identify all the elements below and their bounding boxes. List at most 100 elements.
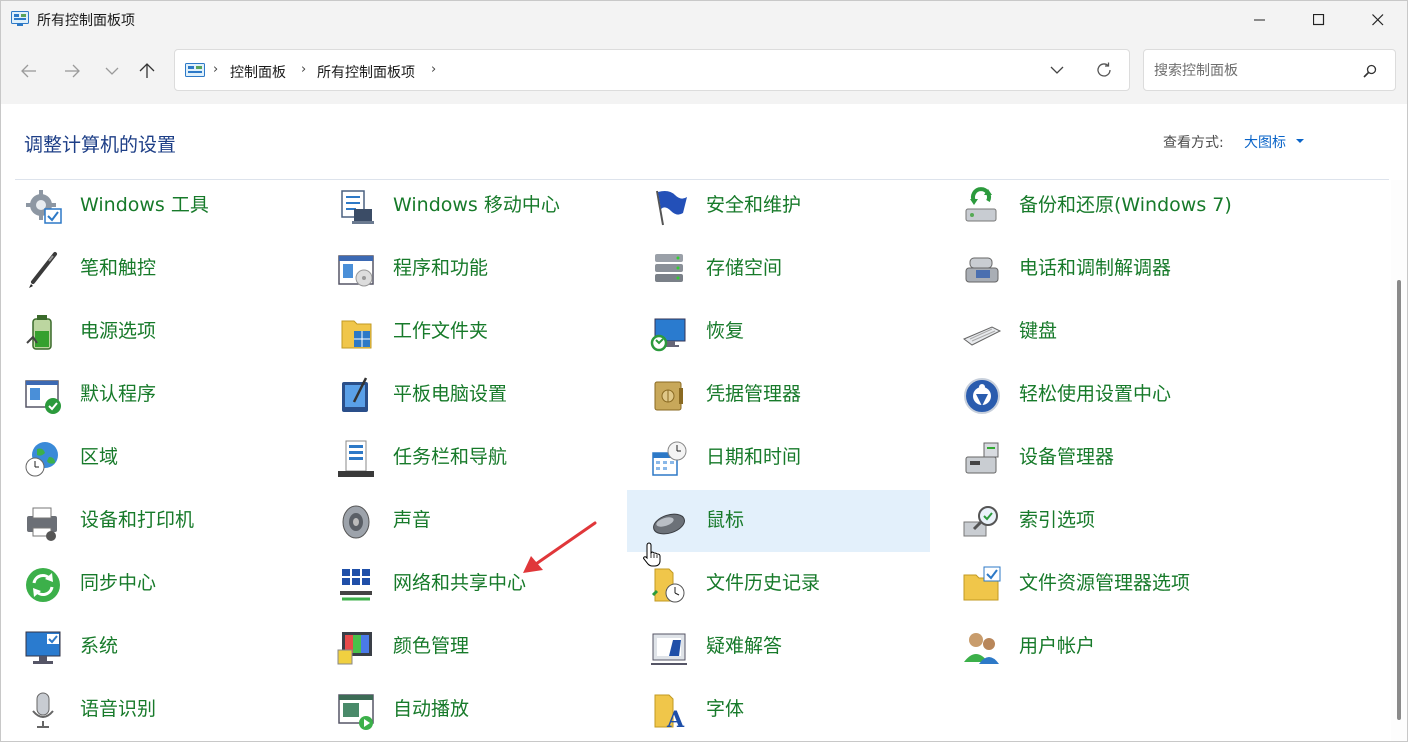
control-panel-item[interactable]: 平板电脑设置 <box>314 364 617 426</box>
breadcrumb-control-panel[interactable]: 控制面板 <box>230 62 286 82</box>
control-panel-item-label[interactable]: Windows 移动中心 <box>393 190 560 217</box>
control-panel-item-label[interactable]: 恢复 <box>706 316 744 343</box>
control-panel-item-label[interactable]: 默认程序 <box>80 379 156 406</box>
control-panel-item-label[interactable]: 程序和功能 <box>393 253 488 280</box>
control-panel-item-label[interactable]: 系统 <box>80 631 118 658</box>
control-panel-item[interactable]: 存储空间 <box>627 238 930 300</box>
control-panel-item-label[interactable]: 字体 <box>706 694 744 721</box>
control-panel-item[interactable]: 日期和时间 <box>627 427 930 489</box>
backup-restore-icon <box>962 187 1002 227</box>
control-panel-item[interactable]: 安全和维护 <box>627 180 930 237</box>
control-panel-item-label[interactable]: 用户帐户 <box>1019 631 1095 658</box>
control-panel-item-label[interactable]: 文件资源管理器选项 <box>1019 568 1190 595</box>
control-panel-item-label[interactable]: 电源选项 <box>80 316 156 343</box>
control-panel-item[interactable]: 电源选项 <box>1 301 304 363</box>
storage-icon <box>649 250 689 290</box>
control-panel-item-label[interactable]: 自动播放 <box>393 694 469 721</box>
control-panel-item-label[interactable]: 日期和时间 <box>706 442 801 469</box>
search-input[interactable] <box>1152 59 1356 83</box>
control-panel-window: 所有控制面板项 › 控制面板 › 所有控制面板项 › 搜索控制面板 调整计算机的… <box>0 0 1408 742</box>
breadcrumb-all-items[interactable]: 所有控制面板项 <box>317 62 415 82</box>
control-panel-item-label[interactable]: Windows 工具 <box>80 190 209 217</box>
control-panel-item-label[interactable]: 鼠标 <box>706 505 744 532</box>
vertical-scrollbar[interactable] <box>1391 180 1407 741</box>
control-panel-item-label[interactable]: 网络和共享中心 <box>393 568 526 595</box>
control-panel-item[interactable]: 颜色管理 <box>314 616 617 678</box>
address-bar[interactable]: › 控制面板 › 所有控制面板项 › <box>174 49 1130 91</box>
scrollbar-thumb[interactable] <box>1397 280 1401 720</box>
control-panel-item[interactable]: Windows 工具 <box>1 180 304 237</box>
maximize-button[interactable] <box>1290 1 1348 38</box>
control-panel-item-label[interactable]: 设备和打印机 <box>80 505 194 532</box>
control-panel-item-label[interactable]: 轻松使用设置中心 <box>1019 379 1171 406</box>
control-panel-item-label[interactable]: 笔和触控 <box>80 253 156 280</box>
forward-button[interactable] <box>57 56 87 86</box>
refresh-button[interactable] <box>1095 61 1113 83</box>
control-panel-item[interactable]: 用户帐户 <box>940 616 1243 678</box>
control-panel-item[interactable]: 文件历史记录 <box>627 553 930 615</box>
speaker-icon <box>336 502 376 542</box>
control-panel-item[interactable]: 网络和共享中心 <box>314 553 617 615</box>
chevron-right-icon[interactable]: › <box>301 62 306 77</box>
control-panel-item[interactable]: 自动播放 <box>314 679 617 741</box>
refresh-icon <box>1097 62 1111 77</box>
folder-options-icon <box>962 565 1002 605</box>
control-panel-item[interactable]: 索引选项 <box>940 490 1243 552</box>
control-panel-item-label[interactable]: 任务栏和导航 <box>393 442 507 469</box>
back-button[interactable] <box>14 56 44 86</box>
caret-down-icon[interactable] <box>1296 139 1304 143</box>
recent-locations-button[interactable] <box>97 56 127 86</box>
control-panel-item[interactable]: 凭据管理器 <box>627 364 930 426</box>
forward-arrow-icon <box>65 64 80 78</box>
control-panel-item[interactable]: 工作文件夹 <box>314 301 617 363</box>
control-panel-item[interactable]: 任务栏和导航 <box>314 427 617 489</box>
address-history-button[interactable] <box>1049 62 1065 82</box>
control-panel-item[interactable]: 同步中心 <box>1 553 304 615</box>
search-icon[interactable] <box>1363 63 1377 82</box>
control-panel-item[interactable]: 备份和还原(Windows 7) <box>940 180 1243 237</box>
control-panel-item-label[interactable]: 文件历史记录 <box>706 568 820 595</box>
control-panel-item-label[interactable]: 电话和调制解调器 <box>1019 253 1171 280</box>
recovery-icon <box>649 313 689 353</box>
control-panel-item-label[interactable]: 疑难解答 <box>706 631 782 658</box>
control-panel-item[interactable]: 笔和触控 <box>1 238 304 300</box>
control-panel-item-label[interactable]: 凭据管理器 <box>706 379 801 406</box>
control-panel-item[interactable]: Windows 移动中心 <box>314 180 617 237</box>
minimize-button[interactable] <box>1231 1 1289 38</box>
control-panel-item[interactable]: 系统 <box>1 616 304 678</box>
control-panel-item[interactable]: 设备和打印机 <box>1 490 304 552</box>
control-panel-item-label[interactable]: 安全和维护 <box>706 190 801 217</box>
control-panel-item-label[interactable]: 语音识别 <box>80 694 156 721</box>
svg-text:A: A <box>666 707 685 731</box>
search-box[interactable] <box>1143 49 1396 91</box>
control-panel-item-label[interactable]: 键盘 <box>1019 316 1057 343</box>
control-panel-item[interactable]: 键盘 <box>940 301 1243 363</box>
control-panel-item[interactable]: 疑难解答 <box>627 616 930 678</box>
control-panel-item[interactable]: 轻松使用设置中心 <box>940 364 1243 426</box>
control-panel-item[interactable]: 设备管理器 <box>940 427 1243 489</box>
control-panel-item-label[interactable]: 声音 <box>393 505 431 532</box>
control-panel-item-label[interactable]: 存储空间 <box>706 253 782 280</box>
control-panel-item-label[interactable]: 工作文件夹 <box>393 316 488 343</box>
control-panel-item[interactable]: A 字体 <box>627 679 930 741</box>
control-panel-item[interactable]: 声音 <box>314 490 617 552</box>
control-panel-item[interactable]: 区域 <box>1 427 304 489</box>
control-panel-item[interactable]: 语音识别 <box>1 679 304 741</box>
control-panel-item[interactable]: 电话和调制解调器 <box>940 238 1243 300</box>
control-panel-item-label[interactable]: 区域 <box>80 442 118 469</box>
control-panel-item[interactable]: 恢复 <box>627 301 930 363</box>
control-panel-item[interactable]: 鼠标 <box>627 490 930 552</box>
up-button[interactable] <box>132 56 162 86</box>
control-panel-item[interactable]: 默认程序 <box>1 364 304 426</box>
chevron-right-icon[interactable]: › <box>431 62 436 77</box>
control-panel-item-label[interactable]: 同步中心 <box>80 568 156 595</box>
control-panel-item[interactable]: 文件资源管理器选项 <box>940 553 1243 615</box>
control-panel-item[interactable]: 程序和功能 <box>314 238 617 300</box>
control-panel-item-label[interactable]: 备份和还原(Windows 7) <box>1019 190 1232 217</box>
control-panel-item-label[interactable]: 颜色管理 <box>393 631 469 658</box>
view-by-dropdown[interactable]: 大图标 <box>1244 132 1286 152</box>
control-panel-item-label[interactable]: 平板电脑设置 <box>393 379 507 406</box>
control-panel-item-label[interactable]: 设备管理器 <box>1019 442 1114 469</box>
close-button[interactable] <box>1349 1 1407 38</box>
control-panel-item-label[interactable]: 索引选项 <box>1019 505 1095 532</box>
